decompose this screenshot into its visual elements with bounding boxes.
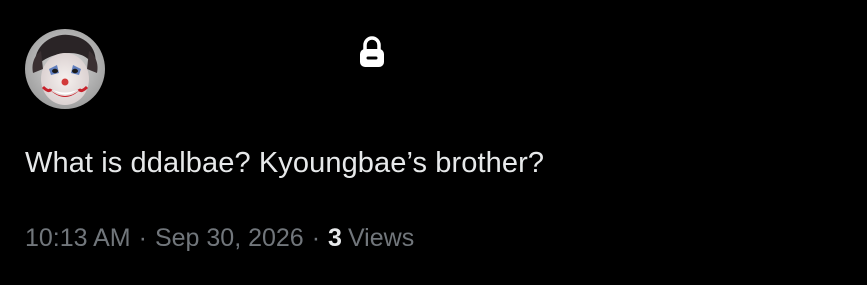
tweet-time[interactable]: 10:13 AM bbox=[25, 222, 131, 254]
views-label: Views bbox=[347, 224, 415, 252]
tweet: What is ddalbae? Kyoungbae’s brother? 10… bbox=[0, 0, 867, 285]
meta-separator: · bbox=[311, 224, 321, 252]
tweet-meta: 10:13 AM · Sep 30, 2026 · 3 Views bbox=[25, 222, 414, 254]
tweet-text: What is ddalbae? Kyoungbae’s brother? bbox=[25, 147, 545, 179]
views-count[interactable]: 3 bbox=[328, 222, 342, 254]
tweet-date[interactable]: Sep 30, 2026 bbox=[155, 222, 304, 254]
meta-separator: · bbox=[138, 224, 147, 252]
avatar-image bbox=[25, 29, 105, 109]
avatar[interactable] bbox=[25, 29, 105, 109]
lock-icon bbox=[358, 36, 386, 68]
